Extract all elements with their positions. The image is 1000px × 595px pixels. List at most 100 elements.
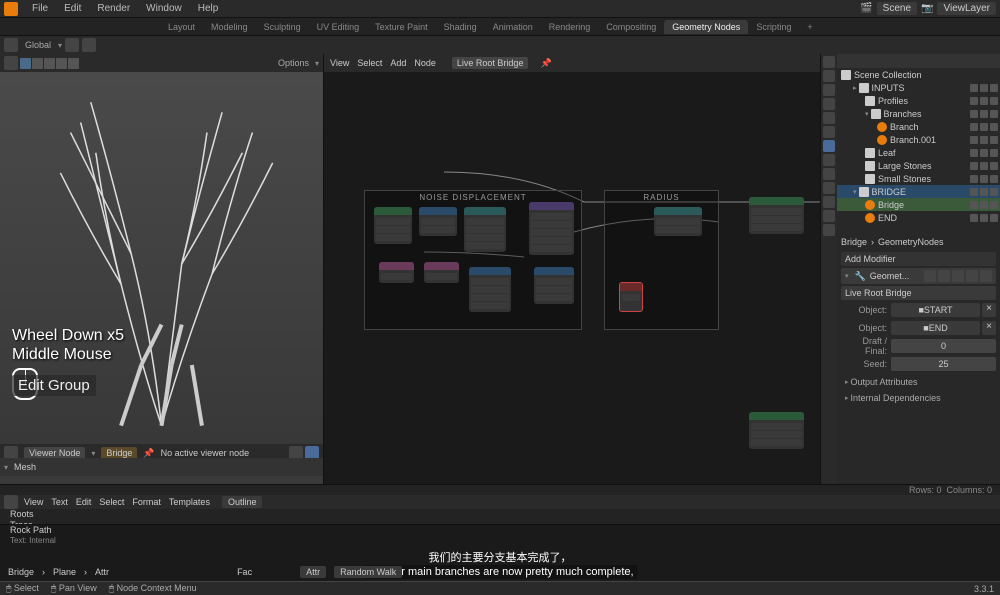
outliner-small-stones[interactable]: Small Stones [837,172,1000,185]
texture-props-icon[interactable] [823,224,835,236]
node-map-range[interactable] [469,267,511,312]
bc-bridge[interactable]: Bridge [8,567,34,577]
node-selected[interactable] [619,282,643,312]
particle-props-icon[interactable] [823,154,835,166]
render-toggle-icon[interactable] [938,270,950,282]
te-menu-select[interactable]: Select [99,497,124,507]
te-menu-edit[interactable]: Edit [76,497,92,507]
outliner-scene-collection[interactable]: Scene Collection [837,68,1000,81]
tab-scripting[interactable]: Scripting [748,20,799,34]
mode-icon[interactable] [4,38,18,52]
pivot-icon[interactable] [82,38,96,52]
output-attributes-panel[interactable]: ▸Output Attributes [841,374,996,390]
random-walk-dropdown[interactable]: Random Walk [334,566,402,578]
draft-input[interactable]: 0 [891,339,996,353]
node-menu-view[interactable]: View [330,58,349,68]
outliner-branch[interactable]: Branch [837,120,1000,133]
node-canvas[interactable]: NOISE DISPLACEMENT RADIUS ➤ [324,72,820,484]
orientation-label[interactable]: Global [21,40,55,50]
node-menu-node[interactable]: Node [414,58,436,68]
internal-deps-panel[interactable]: ▸Internal Dependencies [841,390,996,406]
dropdown-icon[interactable] [966,270,978,282]
node-capture[interactable] [374,207,412,244]
material-mode-icon[interactable] [56,58,67,69]
outliner-branch001[interactable]: Branch.001 [837,133,1000,146]
pin-icon[interactable]: 📌 [143,448,154,459]
object1-input[interactable]: ■ START [891,303,980,317]
outliner-leaf[interactable]: Leaf [837,146,1000,159]
scene-selector[interactable]: Scene [877,2,917,15]
menu-render[interactable]: Render [89,3,138,14]
outliner-bridge-collection[interactable]: ▾ BRIDGE [837,185,1000,198]
tab-layout[interactable]: Layout [160,20,203,34]
object2-clear[interactable]: × [982,321,996,335]
constraint-props-icon[interactable] [823,182,835,194]
te-menu-templates[interactable]: Templates [169,497,210,507]
tab-sculpting[interactable]: Sculpting [256,20,309,34]
viewlayer-props-icon[interactable] [823,84,835,96]
physics-props-icon[interactable] [823,168,835,180]
scene-props-icon[interactable] [823,98,835,110]
breadcrumb-modifier[interactable]: GeometryNodes [878,237,944,247]
close-icon[interactable] [980,270,992,282]
tab-add[interactable]: + [799,20,820,34]
bc-attr[interactable]: Attr [95,567,109,577]
editmode-toggle-icon[interactable] [952,270,964,282]
tab-texture[interactable]: Texture Paint [367,20,436,34]
object-mode-icon[interactable] [20,58,31,69]
tab-uv[interactable]: UV Editing [309,20,368,34]
node-curve-to-mesh[interactable] [749,197,804,234]
render-mode-icon[interactable] [68,58,79,69]
tab-compositing[interactable]: Compositing [598,20,664,34]
node-menu-select[interactable]: Select [357,58,382,68]
nodegroup-name[interactable]: Live Root Bridge [452,57,529,69]
node-geometry[interactable] [419,207,457,236]
te-menu-text[interactable]: Text [51,497,68,507]
text-editor-icon[interactable] [4,495,18,509]
node-menu-add[interactable]: Add [390,58,406,68]
outliner-profiles[interactable]: Profiles [837,94,1000,107]
node-set-curve-radius[interactable] [654,207,702,236]
te-datablock[interactable]: Outline [222,496,263,508]
seed-input[interactable]: 25 [891,357,996,371]
viewport-editor-icon[interactable] [4,56,18,70]
outliner-end[interactable]: END [837,211,1000,224]
viewport-canvas[interactable]: Wheel Down x5 Middle Mouse Edit Group [0,72,323,444]
attr-field[interactable]: Attr [300,566,326,578]
te-menu-view[interactable]: View [24,497,43,507]
tab-shading[interactable]: Shading [436,20,485,34]
outliner-large-stones[interactable]: Large Stones [837,159,1000,172]
tab-geometry-nodes[interactable]: Geometry Nodes [664,20,748,34]
nodegroup-selector[interactable]: Live Root Bridge [841,286,996,300]
node-vector[interactable] [424,262,459,283]
outliner-bridge-object[interactable]: Bridge [837,198,1000,211]
tab-rendering[interactable]: Rendering [541,20,599,34]
modifier-header[interactable]: ▾ 🔧 Geomet... [841,268,996,284]
bc-plane[interactable]: Plane [53,567,76,577]
world-props-icon[interactable] [823,112,835,124]
viewport-options[interactable]: Options [274,58,313,68]
outliner-branches[interactable]: ▾ Branches [837,107,1000,120]
data-props-icon[interactable] [823,196,835,208]
wire-mode-icon[interactable] [32,58,43,69]
node-noise-texture[interactable] [529,202,574,255]
tab-modeling[interactable]: Modeling [203,20,256,34]
menu-window[interactable]: Window [138,3,190,14]
solid-mode-icon[interactable] [44,58,55,69]
object1-clear[interactable]: × [982,303,996,317]
node-position[interactable] [379,262,414,283]
material-props-icon[interactable] [823,210,835,222]
render-props-icon[interactable] [823,56,835,68]
object-props-icon[interactable] [823,126,835,138]
tab-animation[interactable]: Animation [485,20,541,34]
modifier-props-icon[interactable] [823,140,835,152]
node-combine[interactable] [534,267,574,304]
breadcrumb-object[interactable]: Bridge [841,237,867,247]
node-curve[interactable] [464,207,506,252]
node-group-output[interactable] [749,412,804,449]
add-modifier-button[interactable]: Add Modifier [841,252,996,266]
menu-file[interactable]: File [24,3,56,14]
output-props-icon[interactable] [823,70,835,82]
object2-input[interactable]: ■ END [891,321,980,335]
viewlayer-selector[interactable]: ViewLayer [937,2,996,15]
